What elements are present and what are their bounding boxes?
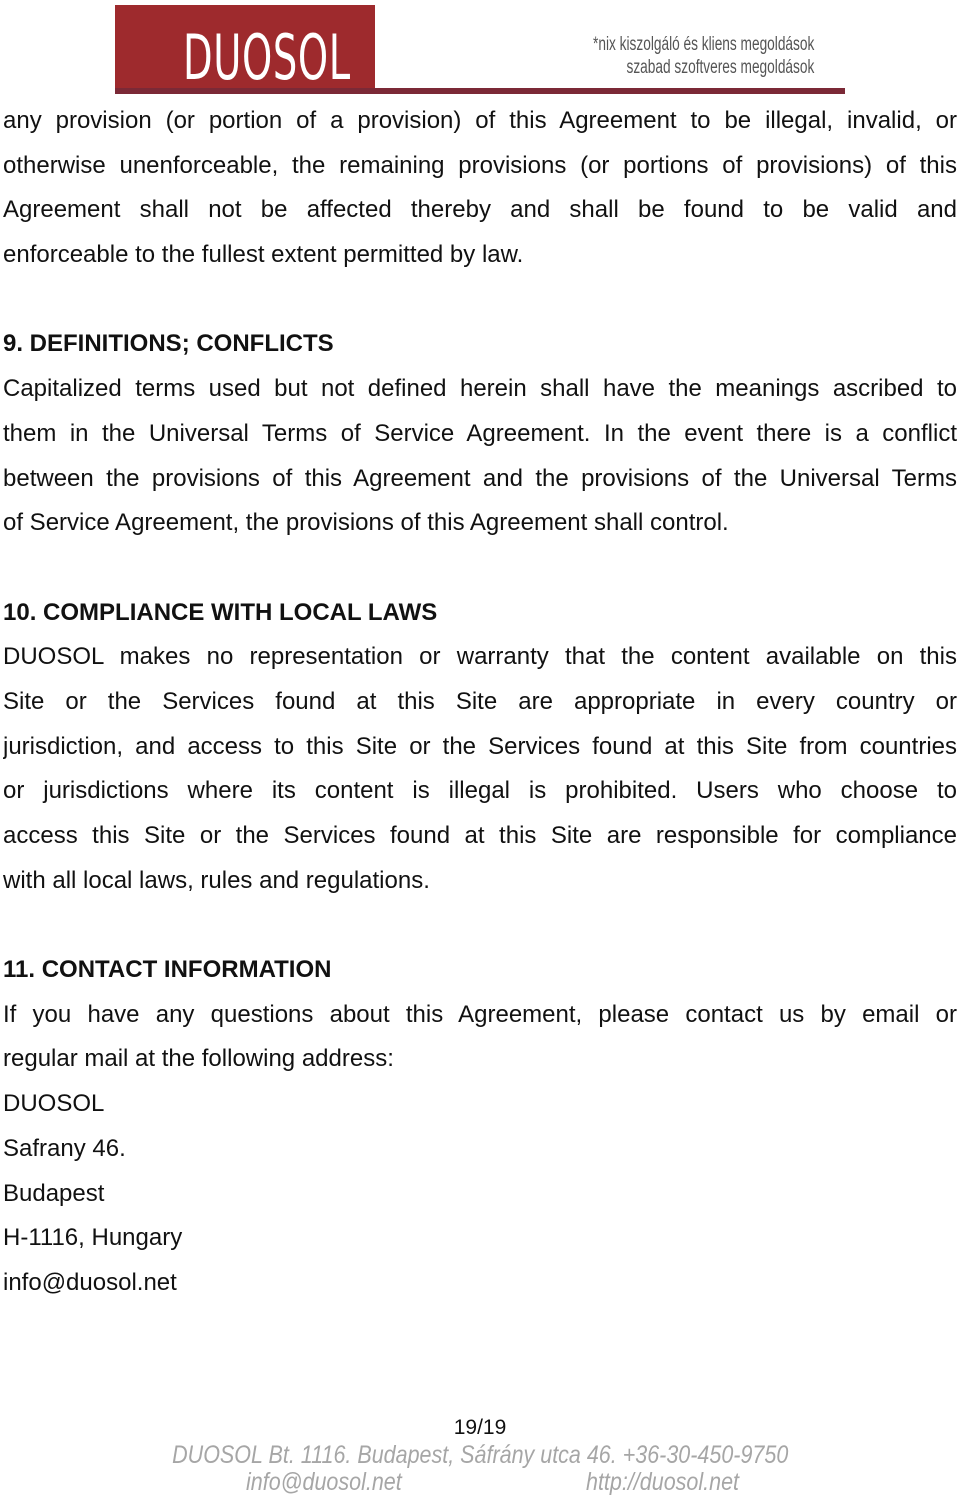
footer-email-link[interactable]: info@duosol.net bbox=[246, 1469, 402, 1496]
tagline-line-1: *nix kiszolgáló és kliens megoldások bbox=[592, 34, 814, 55]
address-city: Budapest bbox=[3, 1179, 105, 1207]
header-rule bbox=[115, 88, 845, 94]
address-street: Safrany 46. bbox=[3, 1134, 126, 1162]
footer-address-link[interactable]: DUOSOL Bt. 1116. Budapest, Sáfrány utca … bbox=[172, 1442, 788, 1469]
paragraph-line: jurisdiction, and access to this Site or… bbox=[3, 732, 957, 760]
document-body: any provision (or portion of a provision… bbox=[3, 99, 957, 1306]
paragraph-line: them in the Universal Terms of Service A… bbox=[3, 419, 957, 447]
paragraph-line: or jurisdictions where its content is il… bbox=[3, 777, 957, 805]
address-company: DUOSOL bbox=[3, 1090, 105, 1118]
footer-address[interactable]: DUOSOL Bt. 1116. Budapest, Sáfrány utca … bbox=[0, 1442, 960, 1469]
section-heading-definitions: 9. DEFINITIONS; CONFLICTS bbox=[3, 330, 334, 358]
paragraph-line: Site or the Services found at this Site … bbox=[3, 687, 957, 715]
paragraph-line: Agreement shall not be affected thereby … bbox=[3, 196, 957, 224]
paragraph-line: Capitalized terms used but not defined h… bbox=[3, 375, 957, 403]
logo-text: DUOSOL bbox=[183, 21, 351, 94]
paragraph-line: access this Site or the Services found a… bbox=[3, 822, 957, 849]
tagline-line-2: szabad szoftveres megoldások bbox=[626, 57, 814, 78]
paragraph-line: DUOSOL makes no representation or warran… bbox=[3, 643, 957, 671]
paragraph-line: regular mail at the following address: bbox=[3, 1045, 394, 1073]
paragraph-line: between the provisions of this Agreement… bbox=[3, 464, 957, 492]
tagline: *nix kiszolgáló és kliens megoldások sza… bbox=[593, 33, 814, 79]
paragraph-line: with all local laws, rules and regulatio… bbox=[3, 866, 430, 894]
paragraph-line: any provision (or portion of a provision… bbox=[3, 107, 957, 134]
paragraph-line: of Service Agreement, the provisions of … bbox=[3, 509, 729, 537]
page-header: DUOSOL *nix kiszolgáló és kliens megoldá… bbox=[0, 0, 960, 100]
paragraph-line: If you have any questions about this Agr… bbox=[3, 1000, 957, 1028]
address-email: info@duosol.net bbox=[3, 1268, 177, 1296]
page-number: 19/19 bbox=[453, 1416, 507, 1439]
paragraph-line: otherwise unenforceable, the remaining p… bbox=[3, 151, 957, 179]
section-heading-compliance: 10. COMPLIANCE WITH LOCAL LAWS bbox=[3, 598, 438, 626]
footer-website-link[interactable]: http://duosol.net bbox=[586, 1469, 739, 1496]
section-heading-contact: 11. CONTACT INFORMATION bbox=[3, 956, 332, 984]
paragraph-line: enforceable to the fullest extent permit… bbox=[3, 241, 524, 269]
address-postcode-country: H-1116, Hungary bbox=[3, 1224, 183, 1252]
